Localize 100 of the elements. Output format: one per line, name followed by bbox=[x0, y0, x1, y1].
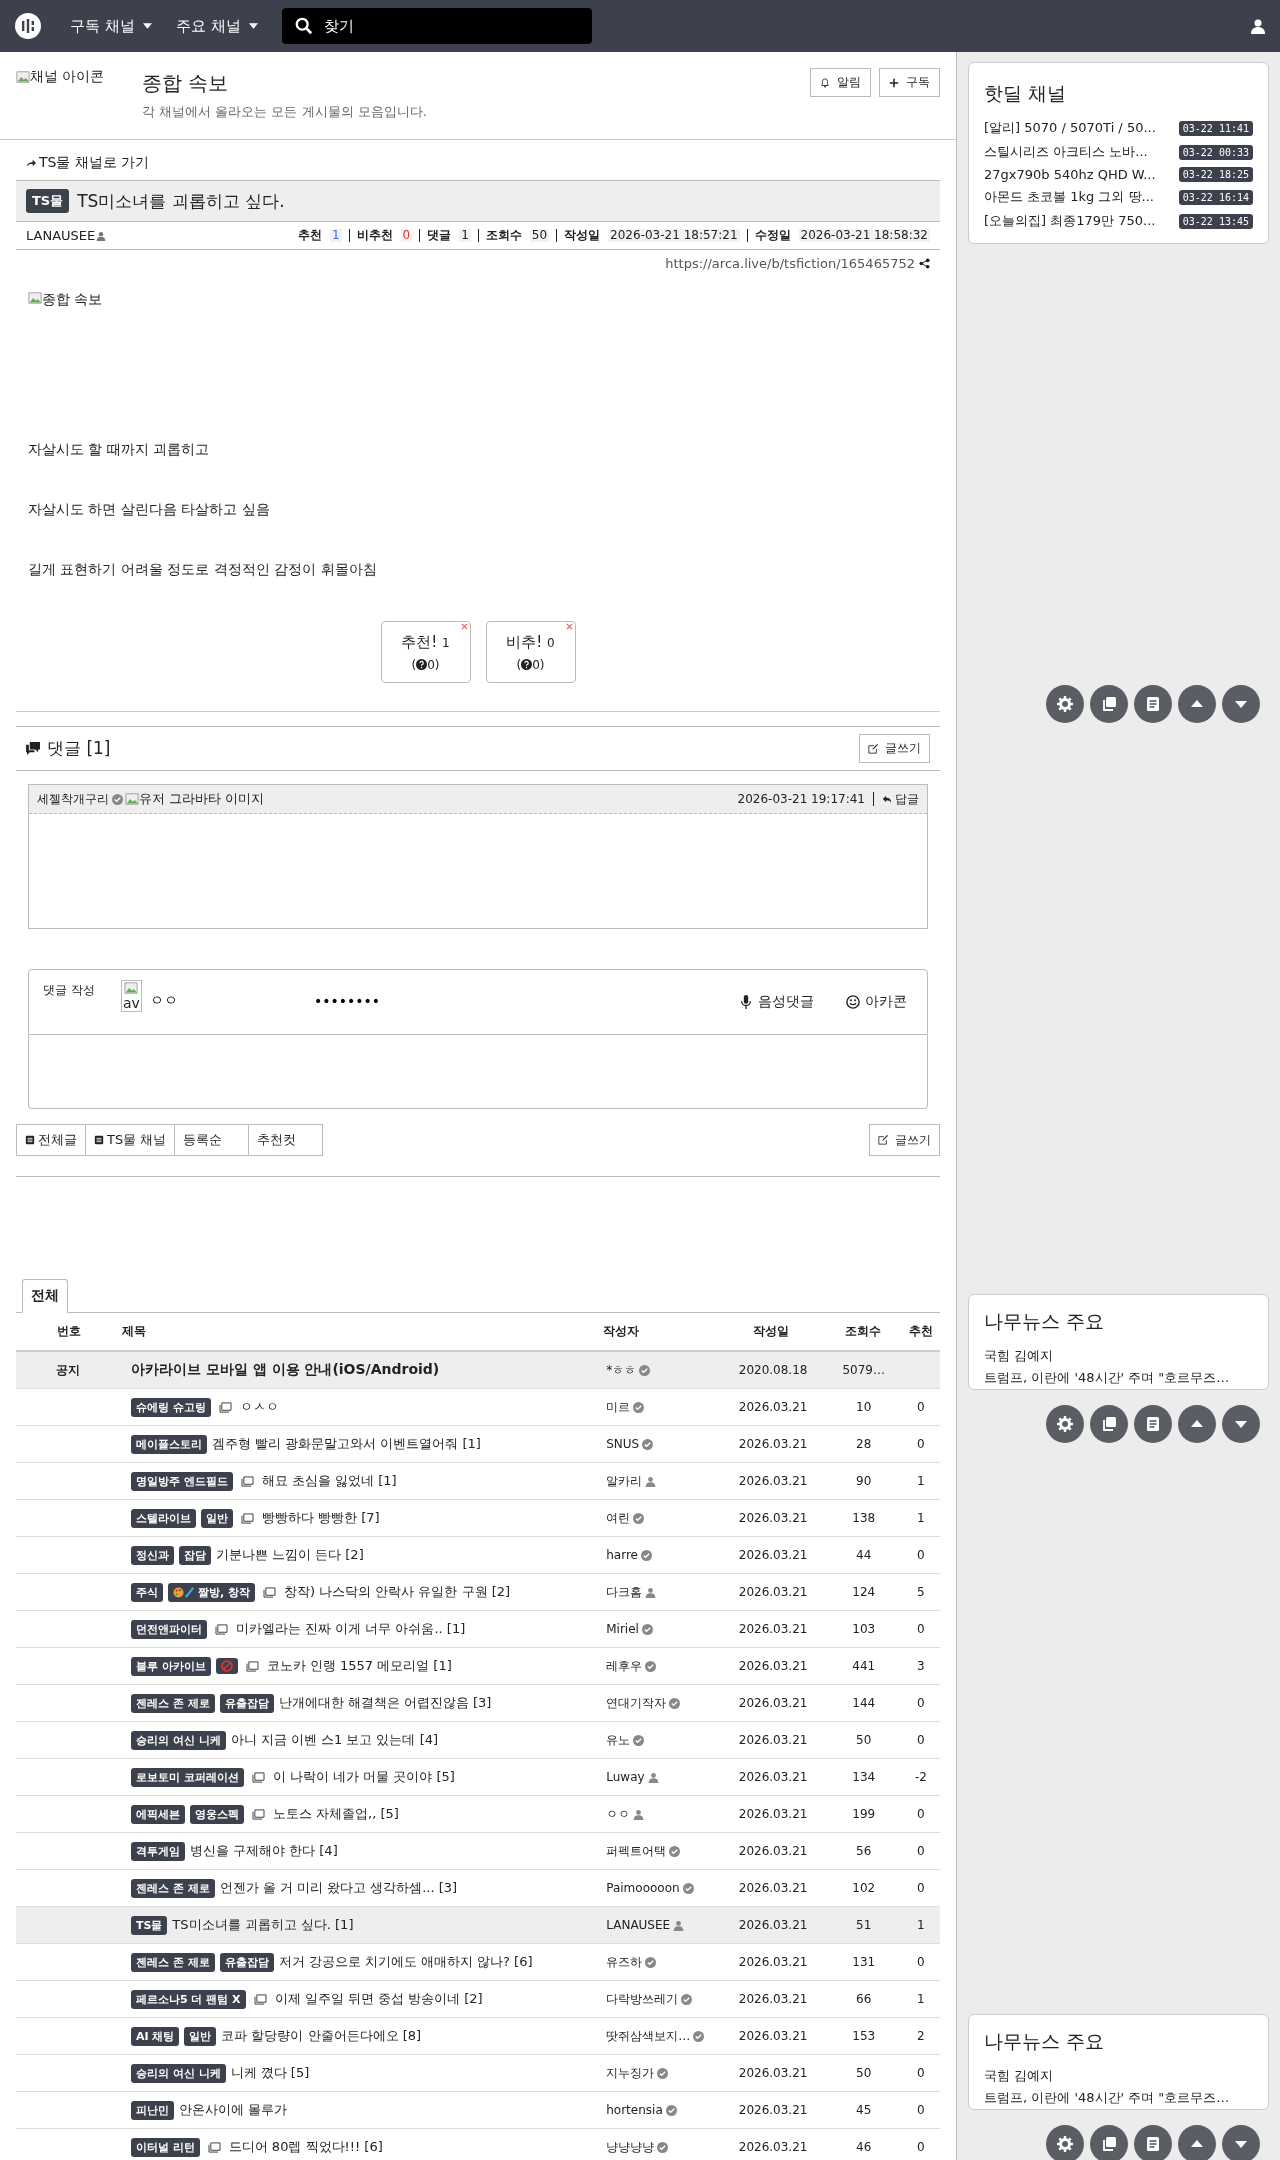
post-title[interactable]: 드디어 80렙 찍었다!!! [6] bbox=[228, 2138, 383, 2156]
subscribe-button[interactable]: 구독 bbox=[879, 68, 940, 97]
hotdeal-item[interactable]: [오늘의집] 최종179만 750... 03-22 13:45 bbox=[984, 212, 1253, 230]
post-title[interactable]: 코노카 인랭 1557 메모리얼 [1] bbox=[266, 1657, 452, 1675]
author-name[interactable]: *ㅎㅎ bbox=[606, 1361, 637, 1379]
hotdeal-item[interactable]: 아몬드 초코볼 1kg 그외 땅... 03-22 16:14 bbox=[984, 188, 1253, 206]
post-title[interactable]: 미카엘라는 진짜 이게 너무 아쉬움.. [1] bbox=[235, 1620, 466, 1638]
scroll-down-button[interactable] bbox=[1222, 685, 1260, 723]
author-name[interactable]: 다크홈 bbox=[606, 1583, 643, 1601]
author-name[interactable]: 다락방쓰레기 bbox=[606, 1990, 679, 2008]
copy-button[interactable] bbox=[1090, 1405, 1128, 1443]
post-row[interactable]: AI 채팅 일반 코파 할당량이 안줄어든다에오 [8] 땃쥐삼색보지… 2026.03.21 153 2 bbox=[16, 2018, 940, 2055]
author-name[interactable]: 여린 bbox=[606, 1509, 631, 1527]
post-title[interactable]: 안온사이에 몰루가 bbox=[178, 2101, 288, 2119]
post-title[interactable]: 겜주형 빨리 광화문말고와서 이벤트열어줘 [1] bbox=[211, 1435, 481, 1453]
comment-author[interactable]: 세젤착개구리 bbox=[37, 790, 109, 808]
list-button[interactable] bbox=[1134, 2125, 1172, 2160]
author-name[interactable]: 레후우 bbox=[606, 1657, 643, 1675]
settings-button[interactable] bbox=[1046, 685, 1084, 723]
author-name[interactable]: ㅇㅇ bbox=[606, 1805, 631, 1823]
post-title[interactable]: 언젠가 올 거 미리 왔다고 생각하셈... [3] bbox=[219, 1879, 458, 1897]
post-row[interactable]: 던전앤파이터 미카엘라는 진짜 이게 너무 아쉬움.. [1] Miriel 2026.03.21 103 0 bbox=[16, 1611, 940, 1648]
copy-button[interactable] bbox=[1090, 685, 1128, 723]
post-row[interactable]: 블루 아카이브 코노카 인랭 1557 메모리얼 [1] 레후우 2026.03.21 441 3 bbox=[16, 1648, 940, 1685]
search-field[interactable]: 찾기 bbox=[281, 8, 592, 44]
post-title[interactable]: 아카라이브 모바일 앱 이용 안내(iOS/Android) bbox=[130, 1361, 440, 1379]
post-title[interactable]: 병신을 구제해야 한다 [4] bbox=[189, 1842, 338, 1860]
post-row[interactable]: 정신과 잡담 기분나쁜 느낌이 든다 [2] harre 2026.03.21 44 0 bbox=[16, 1537, 940, 1574]
voice-comment-button[interactable]: 음성댓글 bbox=[733, 992, 820, 1012]
post-title[interactable]: ㅇㅅㅇ bbox=[239, 1398, 279, 1416]
list-tab[interactable]: 전체 bbox=[22, 1279, 68, 1313]
post-title[interactable]: 아니 지금 이벤 스1 보고 있는데 [4] bbox=[230, 1731, 439, 1749]
notification-button[interactable]: 알림 bbox=[810, 68, 871, 97]
author-name[interactable]: Paimooooon bbox=[606, 1881, 680, 1895]
close-icon[interactable] bbox=[460, 623, 468, 630]
hotdeal-item[interactable]: 스틸시리즈 아크티스 노바... 03-22 00:33 bbox=[984, 143, 1253, 161]
author-name[interactable]: 지누징가 bbox=[606, 2064, 655, 2082]
upvote-button[interactable]: 추천! 1 ( 0) bbox=[380, 621, 471, 683]
post-row[interactable]: 승리의 여신 니케 니케 꼈다 [5] 지누징가 2026.03.21 50 0 bbox=[16, 2055, 940, 2092]
post-row[interactable]: 에픽세븐 영웅스펙 노토스 자체졸업,, [5] ㅇㅇ 2026.03.21 199 0 bbox=[16, 1796, 940, 1833]
post-row[interactable]: 스텔라이브 일반 빵빵하다 빵빵한 [7] 여린 2026.03.21 138 1 bbox=[16, 1500, 940, 1537]
share-icon[interactable] bbox=[919, 258, 930, 269]
post-title[interactable]: 코파 할당량이 안줄어든다에오 [8] bbox=[221, 2027, 422, 2045]
user-icon[interactable] bbox=[1250, 18, 1266, 34]
settings-button[interactable] bbox=[1046, 1405, 1084, 1443]
scroll-down-button[interactable] bbox=[1222, 1405, 1260, 1443]
author-name[interactable]: harre bbox=[606, 1548, 638, 1562]
post-title[interactable]: 저거 강공으로 치기에도 애매하지 않나? [6] bbox=[278, 1953, 533, 1971]
nav-dropdown[interactable]: 구독 채널 bbox=[70, 16, 152, 36]
settings-button[interactable] bbox=[1046, 2125, 1084, 2160]
post-row[interactable]: 격투게임 병신을 구제해야 한다 [4] 퍼펙트어택 2026.03.21 56 0 bbox=[16, 1833, 940, 1870]
author-name[interactable]: Luway bbox=[606, 1770, 645, 1784]
author-name[interactable]: 알카리 bbox=[606, 1472, 643, 1490]
author-name[interactable]: LANAUSEE bbox=[606, 1918, 671, 1932]
author-name[interactable]: 연대기작자 bbox=[606, 1694, 667, 1712]
write-button[interactable]: 글쓰기 bbox=[859, 734, 930, 763]
post-row[interactable]: 로보토미 코퍼레이션 이 나락이 네가 머물 곳이야 [5] Luway 2026.03.21 134 -2 bbox=[16, 1759, 940, 1796]
author-name[interactable]: 땃쥐삼색보지… bbox=[606, 2027, 691, 2045]
scroll-up-button[interactable] bbox=[1178, 685, 1216, 723]
author-name[interactable]: hortensia bbox=[606, 2103, 663, 2117]
author-name[interactable]: 퍼펙트어택 bbox=[606, 1842, 667, 1860]
list-button[interactable] bbox=[1134, 1405, 1172, 1443]
nav-dropdown[interactable]: 주요 채널 bbox=[175, 16, 258, 36]
author-name[interactable]: 유즈하 bbox=[606, 1953, 643, 1971]
list-button[interactable] bbox=[1134, 685, 1172, 723]
post-row[interactable]: 승리의 여신 니케 아니 지금 이벤 스1 보고 있는데 [4] 유노 2026.03.21 50 0 bbox=[16, 1722, 940, 1759]
board-filter-button[interactable]: 추천컷 bbox=[248, 1124, 324, 1156]
author-name[interactable]: LANAUSEE bbox=[26, 228, 96, 243]
post-title[interactable]: 창작) 나스닥의 안락사 유일한 구원 [2] bbox=[283, 1583, 511, 1601]
scroll-up-button[interactable] bbox=[1178, 1405, 1216, 1443]
emoticon-button[interactable]: 아카콘 bbox=[840, 992, 913, 1012]
post-row[interactable]: 명일방주 엔드필드 해묘 초심을 잃었네 [1] 알카리 2026.03.21 90 1 bbox=[16, 1463, 940, 1500]
author-name[interactable]: Miriel bbox=[606, 1622, 639, 1636]
hotdeal-item[interactable]: [알리] 5070 / 5070Ti / 50... 03-22 11:41 bbox=[984, 119, 1253, 137]
post-url[interactable]: https://arca.live/b/tsfiction/165465752 bbox=[665, 256, 915, 271]
post-row[interactable]: 젠레스 존 제로 유출잡담 난개에대한 해결책은 어렵진않음 [3] 연대기작자 2026.03.21 144 0 bbox=[16, 1685, 940, 1722]
copy-button[interactable] bbox=[1090, 2125, 1128, 2160]
author-name[interactable]: 미르 bbox=[606, 1398, 631, 1416]
news-item[interactable]: 트럼프, 이란에 '48시간' 주며 "호르무즈… bbox=[984, 2089, 1253, 2107]
post-title[interactable]: 니케 꼈다 [5] bbox=[230, 2064, 310, 2082]
hotdeal-item[interactable]: 27gx790b 540hz QHD W... 03-22 18:25 bbox=[984, 167, 1253, 182]
post-row[interactable]: 공지 아카라이브 모바일 앱 이용 안내(iOS/Android) *ㅎㅎ 2020.08.18 5079… bbox=[16, 1352, 940, 1389]
scroll-up-button[interactable] bbox=[1178, 2125, 1216, 2160]
post-row[interactable]: 페르소나5 더 팬텀 X 이제 일주일 뒤면 중섭 방송이네 [2] 다락방쓰레기 2026.03.21 66 1 bbox=[16, 1981, 940, 2018]
post-row[interactable]: 피난민 안온사이에 몰루가 hortensia 2026.03.21 45 0 bbox=[16, 2092, 940, 2129]
author-name[interactable]: 유노 bbox=[606, 1731, 631, 1749]
post-title[interactable]: 기분나쁜 느낌이 든다 [2] bbox=[215, 1546, 364, 1564]
news-item[interactable]: 트럼프, 이란에 '48시간' 주며 "호르무즈… bbox=[984, 1369, 1253, 1387]
post-title[interactable]: 이 나락이 네가 머물 곳이야 [5] bbox=[272, 1768, 455, 1786]
board-filter-button[interactable]: TS물 채널 bbox=[85, 1124, 176, 1156]
post-row[interactable]: 슈에링 슈고링 ㅇㅅㅇ 미르 2026.03.21 10 0 bbox=[16, 1389, 940, 1426]
author-name[interactable]: SNUS bbox=[606, 1437, 640, 1451]
post-row[interactable]: 메이플스토리 겜주형 빨리 광화문말고와서 이벤트열어줘 [1] SNUS 2026.03.21 28 0 bbox=[16, 1426, 940, 1463]
reply-link[interactable]: 답글 bbox=[882, 790, 919, 808]
post-title[interactable]: 해묘 초심을 잃었네 [1] bbox=[261, 1472, 397, 1490]
author-name[interactable]: 냥냥냥냥 bbox=[606, 2138, 655, 2156]
board-filter-button[interactable]: 전체글 bbox=[16, 1124, 86, 1156]
post-row[interactable]: TS물 TS미소녀를 괴롭히고 싶다. [1] LANAUSEE 2026.03.21 51 1 bbox=[16, 1907, 940, 1944]
post-row[interactable]: 이터널 리턴 드디어 80렙 찍었다!!! [6] 냥냥냥냥 2026.03.21 46 0 bbox=[16, 2129, 940, 2160]
downvote-button[interactable]: 비추! 0 ( 0) bbox=[485, 621, 576, 683]
